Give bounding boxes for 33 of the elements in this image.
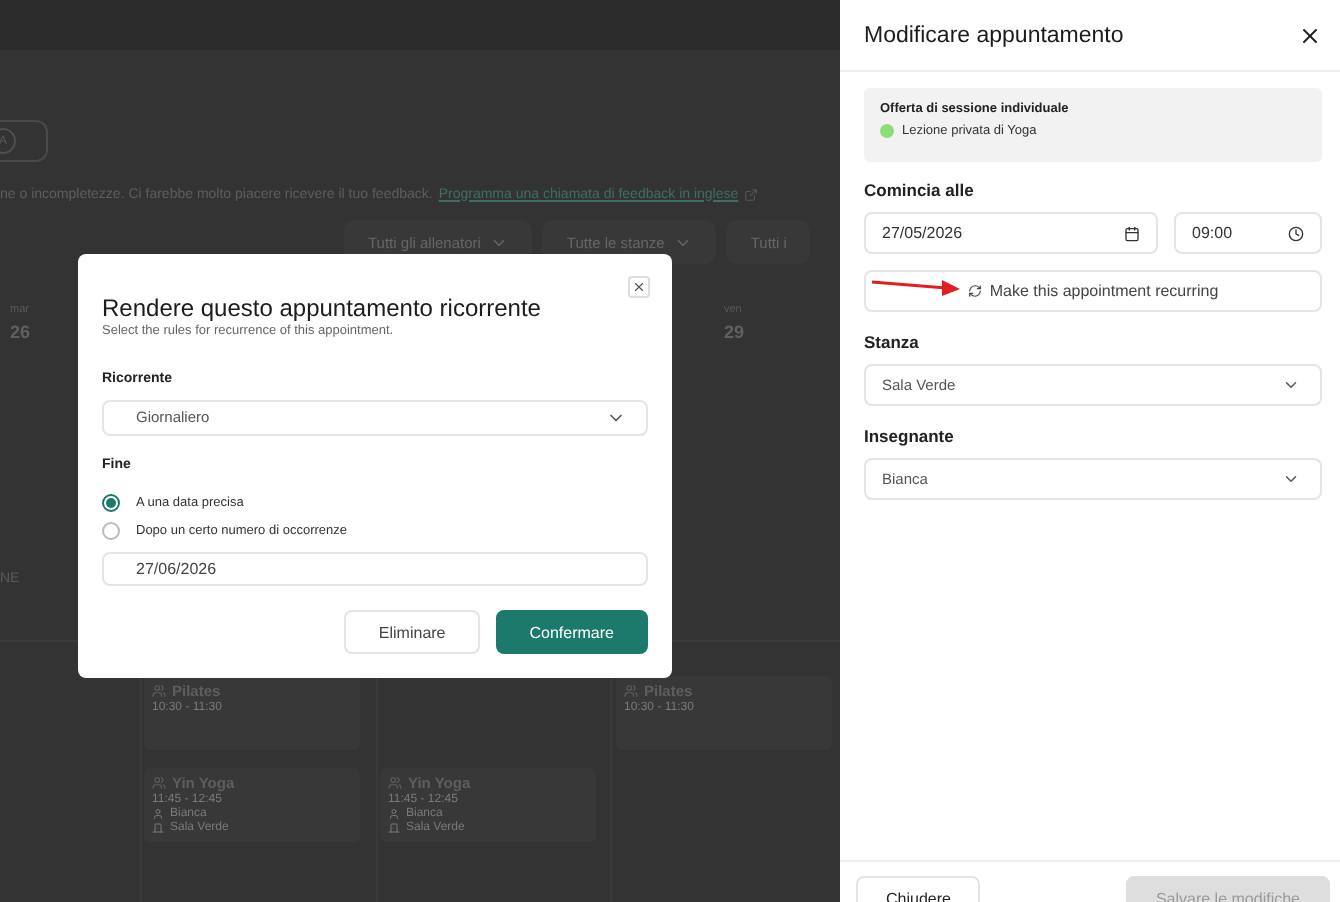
group-icon — [388, 776, 402, 790]
room-label: Stanza — [864, 332, 921, 354]
delete-button[interactable]: Eliminare — [344, 610, 480, 654]
close-icon — [632, 280, 646, 294]
person-icon — [152, 808, 164, 820]
teacher-label: Insegnante — [864, 426, 956, 448]
group-icon — [152, 684, 166, 698]
door-icon — [152, 822, 164, 834]
refresh-icon — [967, 284, 982, 298]
end-date-field[interactable]: 27/06/2026 — [102, 551, 648, 586]
date-field[interactable]: 27/05/2026 — [864, 212, 1158, 254]
dialog-title: Rendere questo appuntamento ricorrente — [102, 294, 543, 322]
confirm-button[interactable]: Confermare — [495, 610, 648, 654]
person-icon — [388, 808, 400, 820]
start-label: Comincia alle — [864, 180, 976, 202]
pointer-arrow — [870, 276, 962, 296]
radio-button[interactable] — [102, 522, 120, 540]
clock-icon — [1288, 225, 1304, 241]
calendar-icon — [1124, 225, 1140, 241]
group-icon — [152, 776, 166, 790]
time-field[interactable]: 09:00 — [1174, 212, 1322, 254]
group-icon — [624, 684, 638, 698]
close-button[interactable] — [1298, 23, 1322, 47]
status-dot — [880, 124, 894, 138]
panel-title: Modificare appuntamento — [864, 23, 1124, 47]
radio-button[interactable] — [102, 494, 120, 512]
chevron-down-icon — [1282, 376, 1300, 394]
external-link-icon — [744, 187, 759, 201]
close-button[interactable] — [628, 276, 650, 298]
close-icon — [1298, 23, 1322, 47]
recurring-button[interactable]: Make this appointment recurring — [864, 270, 1322, 312]
door-icon — [388, 822, 400, 834]
chevron-down-icon — [1282, 470, 1300, 488]
